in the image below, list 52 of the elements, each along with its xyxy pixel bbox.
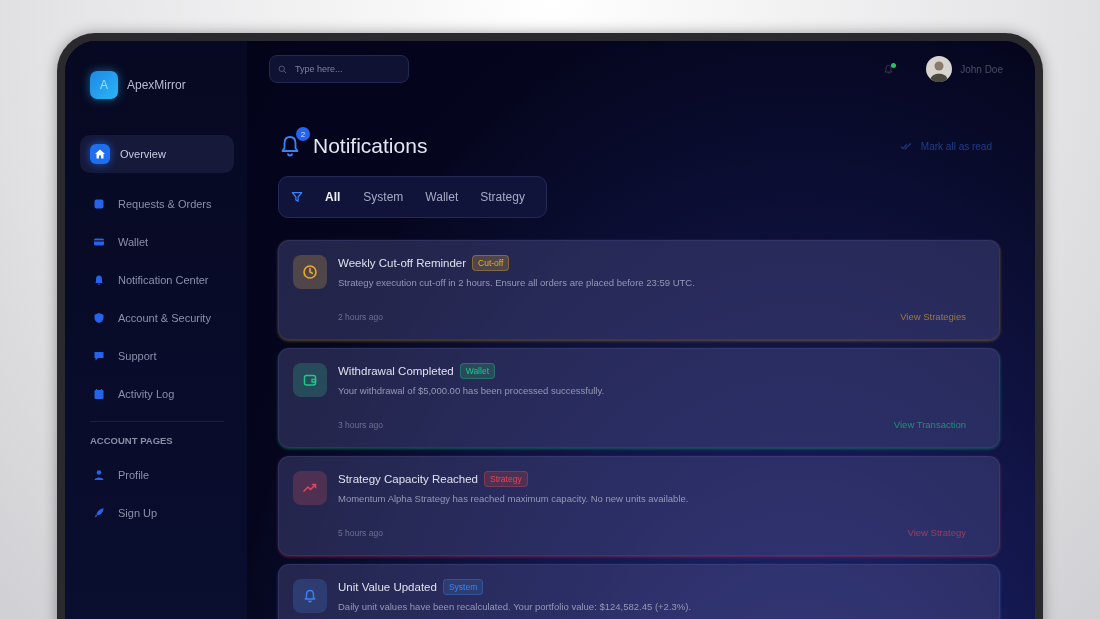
notification-title: Unit Value Updated xyxy=(338,581,437,593)
wallet-icon xyxy=(302,372,318,388)
sidebar-item[interactable]: Sign Up xyxy=(80,498,234,528)
notification-message: Daily unit values have been recalculated. Your portfolio value: $124,582.45 (+2.3%). xyxy=(338,601,693,612)
filter-tab[interactable]: System xyxy=(352,177,415,217)
page-title: Notifications xyxy=(313,134,428,158)
sidebar-item[interactable]: Requests & Orders xyxy=(80,189,234,219)
square-icon xyxy=(93,198,105,210)
sidebar-item[interactable]: Overview xyxy=(80,135,234,173)
calendar-icon xyxy=(93,388,105,400)
notification-title: Weekly Cut-off Reminder xyxy=(338,257,467,269)
logo: A xyxy=(90,71,118,99)
home-icon xyxy=(94,148,106,160)
brand-name: ApexMirror xyxy=(127,78,186,92)
notification-title: Withdrawal Completed xyxy=(338,365,454,377)
timestamp: 3 hours ago xyxy=(338,419,383,430)
shield-icon xyxy=(93,312,105,324)
filter-icon[interactable] xyxy=(291,191,303,203)
double-check-icon xyxy=(899,141,912,151)
chat-icon xyxy=(93,350,105,362)
timestamp: 5 hours ago xyxy=(338,527,383,538)
sidebar-item[interactable]: Account & Security xyxy=(80,303,234,333)
category-tag: Wallet xyxy=(459,363,495,379)
bell-icon xyxy=(93,274,105,286)
search-field[interactable]: Type here... xyxy=(269,55,409,83)
sidebar-item[interactable]: Notification Center xyxy=(80,265,234,295)
filter-tab[interactable]: Wallet xyxy=(414,177,470,217)
category-tag: Strategy xyxy=(484,471,528,487)
sidebar-item[interactable]: Activity Log xyxy=(80,379,234,409)
user-name: John Doe xyxy=(960,63,1003,75)
sidebar-item[interactable]: Support xyxy=(80,341,234,371)
category-tag: Cut-off xyxy=(472,255,510,271)
sidebar-item[interactable]: Profile xyxy=(80,460,234,490)
sidebar-item[interactable]: Wallet xyxy=(80,227,234,257)
bell-icon xyxy=(302,588,318,604)
notification-message: Your withdrawal of $5,000.00 has been processed successfully. xyxy=(338,385,606,396)
notification-title: Strategy Capacity Reached xyxy=(338,473,478,485)
notification-message: Strategy execution cut-off in 2 hours. Ensure all orders are placed before 23:59 UTC. xyxy=(338,277,696,288)
category-tag: System xyxy=(442,579,484,595)
search-icon xyxy=(278,65,287,74)
filter-tab[interactable]: Strategy xyxy=(469,177,536,217)
card-icon xyxy=(93,236,105,248)
section-title: ACCOUNT PAGES xyxy=(89,435,174,446)
count-badge: 2 xyxy=(296,127,310,141)
clock-icon xyxy=(302,264,318,280)
notification-message: Momentum Alpha Strategy has reached maximum capacity. No new units available. xyxy=(338,493,690,504)
timestamp: 2 hours ago xyxy=(338,311,383,322)
avatar[interactable] xyxy=(926,56,953,82)
notification-button[interactable] xyxy=(883,63,895,75)
action-button[interactable]: View Strategies xyxy=(886,306,966,327)
person-icon xyxy=(93,469,105,481)
filter-tab[interactable]: All xyxy=(303,177,353,217)
